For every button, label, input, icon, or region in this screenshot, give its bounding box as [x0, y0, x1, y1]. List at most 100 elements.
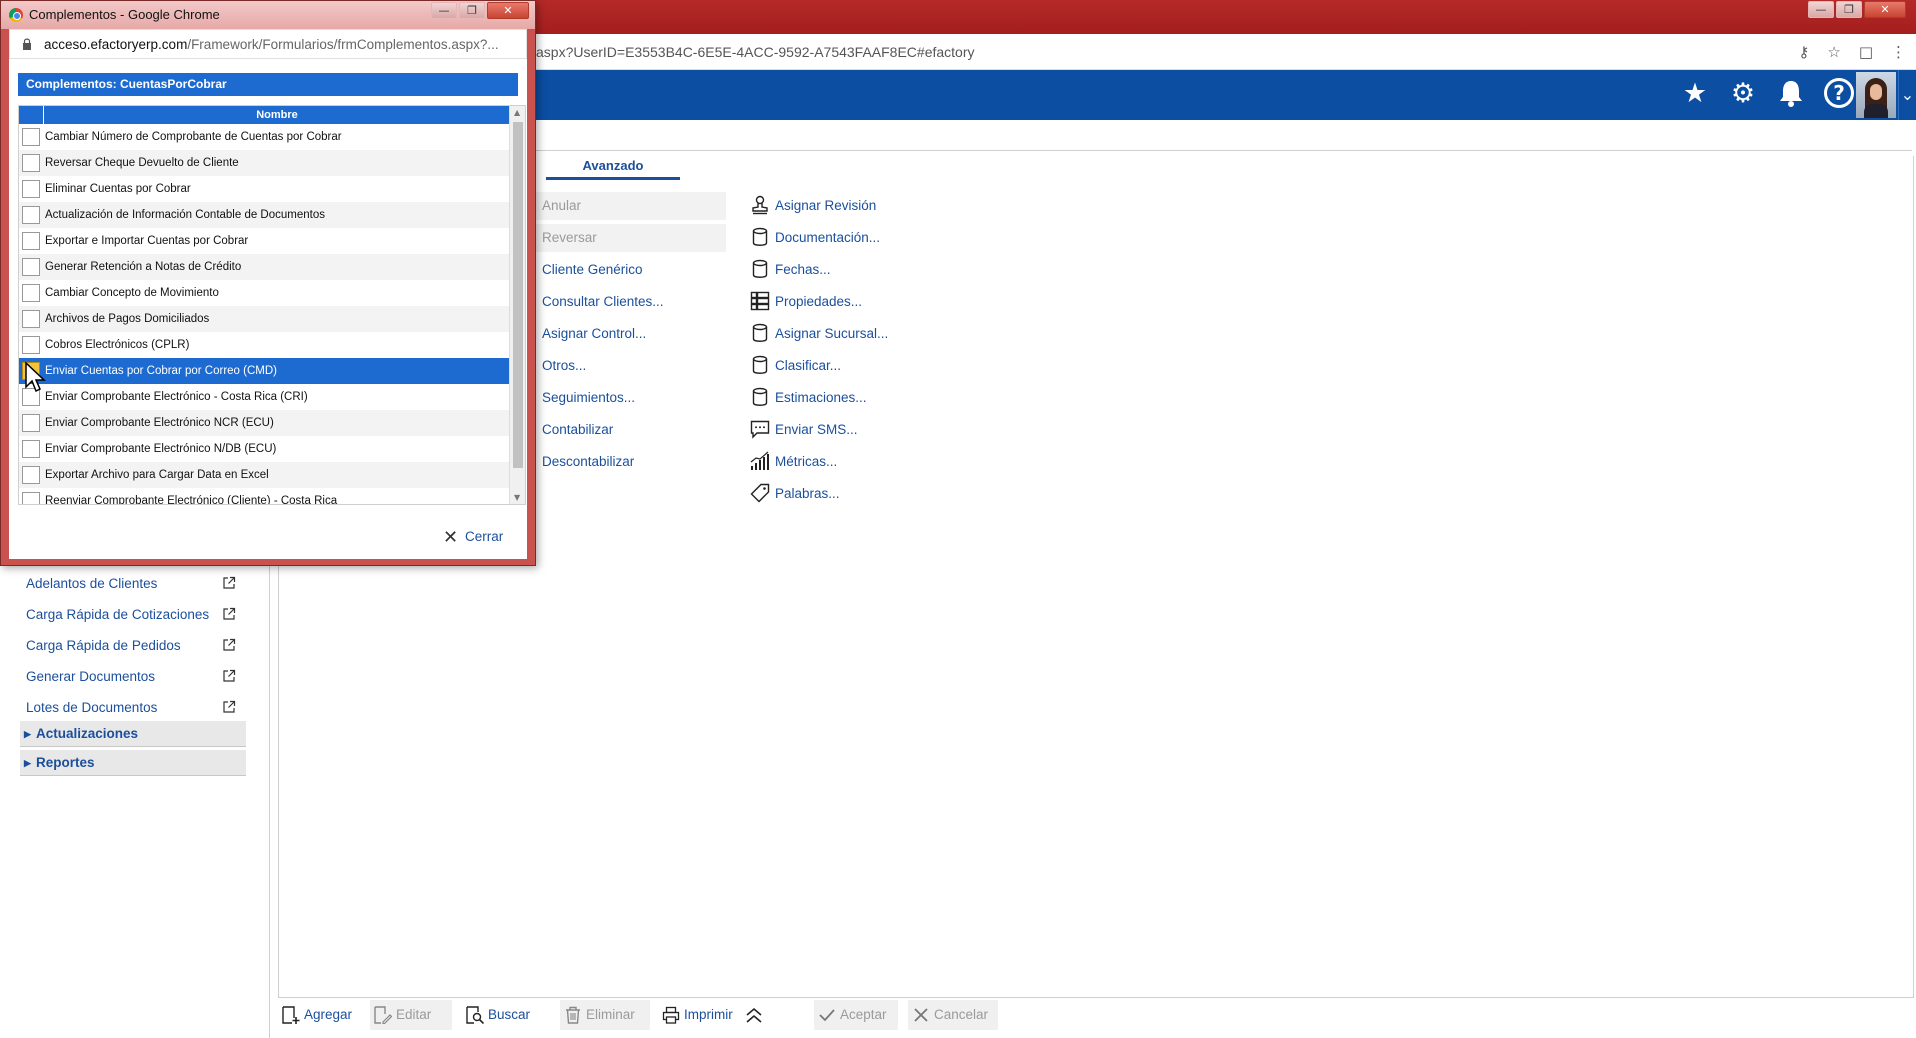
- table-row[interactable]: Generar Retención a Notas de Crédito: [19, 254, 509, 280]
- scroll-down-arrow-icon[interactable]: ▼: [514, 493, 520, 502]
- minimize-button[interactable]: —: [1808, 1, 1834, 18]
- action-palabras[interactable]: Palabras...: [775, 486, 840, 501]
- row-checkbox[interactable]: [22, 310, 40, 328]
- aceptar-button[interactable]: Aceptar: [814, 1000, 898, 1030]
- maximize-button[interactable]: ❐: [1836, 1, 1862, 18]
- cerrar-button[interactable]: ✕ Cerrar: [443, 528, 503, 546]
- row-checkbox[interactable]: [22, 128, 40, 146]
- cancelar-label: Cancelar: [934, 1007, 989, 1022]
- sidebar-link-carga-cotizaciones[interactable]: Carga Rápida de Cotizaciones: [26, 607, 209, 622]
- table-row[interactable]: Enviar Comprobante Electrónico N/DB (ECU…: [19, 436, 509, 462]
- action-fechas[interactable]: Fechas...: [775, 262, 831, 277]
- action-seguimientos[interactable]: Seguimientos...: [542, 390, 635, 405]
- action-asignar-control[interactable]: Asignar Control...: [542, 326, 646, 341]
- table-row[interactable]: Cambiar Número de Comprobante de Cuentas…: [19, 124, 509, 150]
- bell-icon[interactable]: [1776, 78, 1806, 110]
- main-url-text[interactable]: aspx?UserID=E3553B4C-6E5E-4ACC-9592-A754…: [536, 44, 975, 60]
- table-row[interactable]: Cobros Electrónicos (CPLR): [19, 332, 509, 358]
- chevron-up-icon[interactable]: [744, 1006, 764, 1026]
- grid-icon: [750, 291, 770, 311]
- action-clasificar[interactable]: Clasificar...: [775, 358, 841, 373]
- row-checkbox[interactable]: [22, 232, 40, 250]
- grid-header-nombre[interactable]: Nombre: [45, 106, 509, 124]
- close-button[interactable]: ✕: [1864, 1, 1906, 18]
- row-checkbox[interactable]: [22, 336, 40, 354]
- table-row[interactable]: Enviar Comprobante Electrónico NCR (ECU): [19, 410, 509, 436]
- sidebar-link-generar-documentos[interactable]: Generar Documentos: [26, 669, 155, 684]
- action-enviar-sms[interactable]: Enviar SMS...: [775, 422, 858, 437]
- key-icon[interactable]: ⚷: [1798, 43, 1809, 61]
- bookmark-star-icon[interactable]: ☆: [1827, 43, 1840, 61]
- popup-close-button[interactable]: ✕: [487, 2, 529, 19]
- mouse-cursor-icon: [25, 362, 46, 393]
- popup-url-text[interactable]: acceso.efactoryerp.com/Framework/Formula…: [44, 37, 499, 52]
- editar-button[interactable]: Editar: [370, 1000, 452, 1030]
- row-checkbox[interactable]: [22, 284, 40, 302]
- help-icon[interactable]: ?: [1824, 78, 1854, 108]
- buscar-button[interactable]: Buscar: [462, 1000, 542, 1030]
- table-row[interactable]: Enviar Comprobante Electrónico - Costa R…: [19, 384, 509, 410]
- action-consultar-clientes[interactable]: Consultar Clientes...: [542, 294, 664, 309]
- chevron-down-icon[interactable]: ⌄: [1898, 70, 1916, 120]
- section-actualizaciones[interactable]: ▶ Actualizaciones: [20, 721, 246, 747]
- sidebar-link-lotes-documentos[interactable]: Lotes de Documentos: [26, 700, 157, 715]
- avatar[interactable]: [1856, 72, 1896, 118]
- action-reversar[interactable]: Reversar: [542, 230, 597, 245]
- table-row[interactable]: Actualización de Información Contable de…: [19, 202, 509, 228]
- tag-icon: [750, 483, 770, 503]
- agregar-button[interactable]: Agregar: [278, 1000, 358, 1030]
- table-row[interactable]: Eliminar Cuentas por Cobrar: [19, 176, 509, 202]
- table-row-selected[interactable]: Enviar Cuentas por Cobrar por Correo (CM…: [19, 358, 509, 384]
- row-checkbox[interactable]: [22, 466, 40, 484]
- table-row[interactable]: Cambiar Concepto de Movimiento: [19, 280, 509, 306]
- action-otros[interactable]: Otros...: [542, 358, 586, 373]
- section-reportes[interactable]: ▶ Reportes: [20, 750, 246, 776]
- imprimir-button[interactable]: Imprimir: [658, 1000, 740, 1030]
- action-descontabilizar[interactable]: Descontabilizar: [542, 454, 634, 469]
- star-icon[interactable]: ★: [1680, 78, 1710, 110]
- tab-avanzado[interactable]: Avanzado: [546, 158, 680, 180]
- table-row[interactable]: Exportar Archivo para Cargar Data en Exc…: [19, 462, 509, 488]
- help-icon-wrap[interactable]: ?: [1824, 78, 1854, 110]
- action-propiedades[interactable]: Propiedades...: [775, 294, 862, 309]
- row-checkbox[interactable]: [22, 154, 40, 172]
- sidebar-link-adelantos[interactable]: Adelantos de Clientes: [26, 576, 157, 591]
- external-link-icon[interactable]: [222, 700, 236, 714]
- external-link-icon[interactable]: [222, 638, 236, 652]
- extension-icon[interactable]: □: [1859, 43, 1873, 61]
- table-row[interactable]: Exportar e Importar Cuentas por Cobrar: [19, 228, 509, 254]
- gear-icon[interactable]: ⚙: [1728, 78, 1758, 110]
- external-link-icon[interactable]: [222, 607, 236, 621]
- row-checkbox[interactable]: [22, 180, 40, 198]
- action-cliente-generico[interactable]: Cliente Genérico: [542, 262, 643, 277]
- table-row[interactable]: Reversar Cheque Devuelto de Cliente: [19, 150, 509, 176]
- table-row[interactable]: Archivos de Pagos Domiciliados: [19, 306, 509, 332]
- sidebar-link-carga-pedidos[interactable]: Carga Rápida de Pedidos: [26, 638, 181, 653]
- external-link-icon[interactable]: [222, 576, 236, 590]
- row-checkbox[interactable]: [22, 440, 40, 458]
- row-checkbox[interactable]: [22, 206, 40, 224]
- row-checkbox[interactable]: [22, 258, 40, 276]
- scrollbar-thumb[interactable]: [513, 122, 523, 468]
- action-estimaciones[interactable]: Estimaciones...: [775, 390, 867, 405]
- table-row[interactable]: Reenviar Comprobante Electrónico (Client…: [19, 488, 509, 504]
- cancelar-button[interactable]: Cancelar: [908, 1000, 998, 1030]
- popup-maximize-button[interactable]: ❐: [459, 2, 485, 19]
- action-contabilizar[interactable]: Contabilizar: [542, 422, 613, 437]
- action-anular[interactable]: Anular: [542, 198, 581, 213]
- action-asignar-revision[interactable]: Asignar Revisión: [775, 198, 876, 213]
- action-documentacion[interactable]: Documentación...: [775, 230, 880, 245]
- grid-scrollbar[interactable]: ▲ ▼: [509, 106, 525, 504]
- action-asignar-sucursal[interactable]: Asignar Sucursal...: [775, 326, 888, 341]
- chrome-menu-icon[interactable]: ⋮: [1891, 43, 1906, 61]
- trash-icon: [566, 1006, 580, 1024]
- row-checkbox[interactable]: [22, 492, 40, 504]
- action-metricas[interactable]: Métricas...: [775, 454, 837, 469]
- external-link-icon[interactable]: [222, 669, 236, 683]
- popup-minimize-button[interactable]: —: [431, 2, 457, 19]
- scroll-up-arrow-icon[interactable]: ▲: [514, 108, 520, 117]
- header-icons: ★ ⚙ ?: [1680, 78, 1854, 110]
- popup-address-bar[interactable]: acceso.efactoryerp.com/Framework/Formula…: [9, 29, 527, 59]
- eliminar-button[interactable]: Eliminar: [560, 1000, 650, 1030]
- row-checkbox[interactable]: [22, 414, 40, 432]
